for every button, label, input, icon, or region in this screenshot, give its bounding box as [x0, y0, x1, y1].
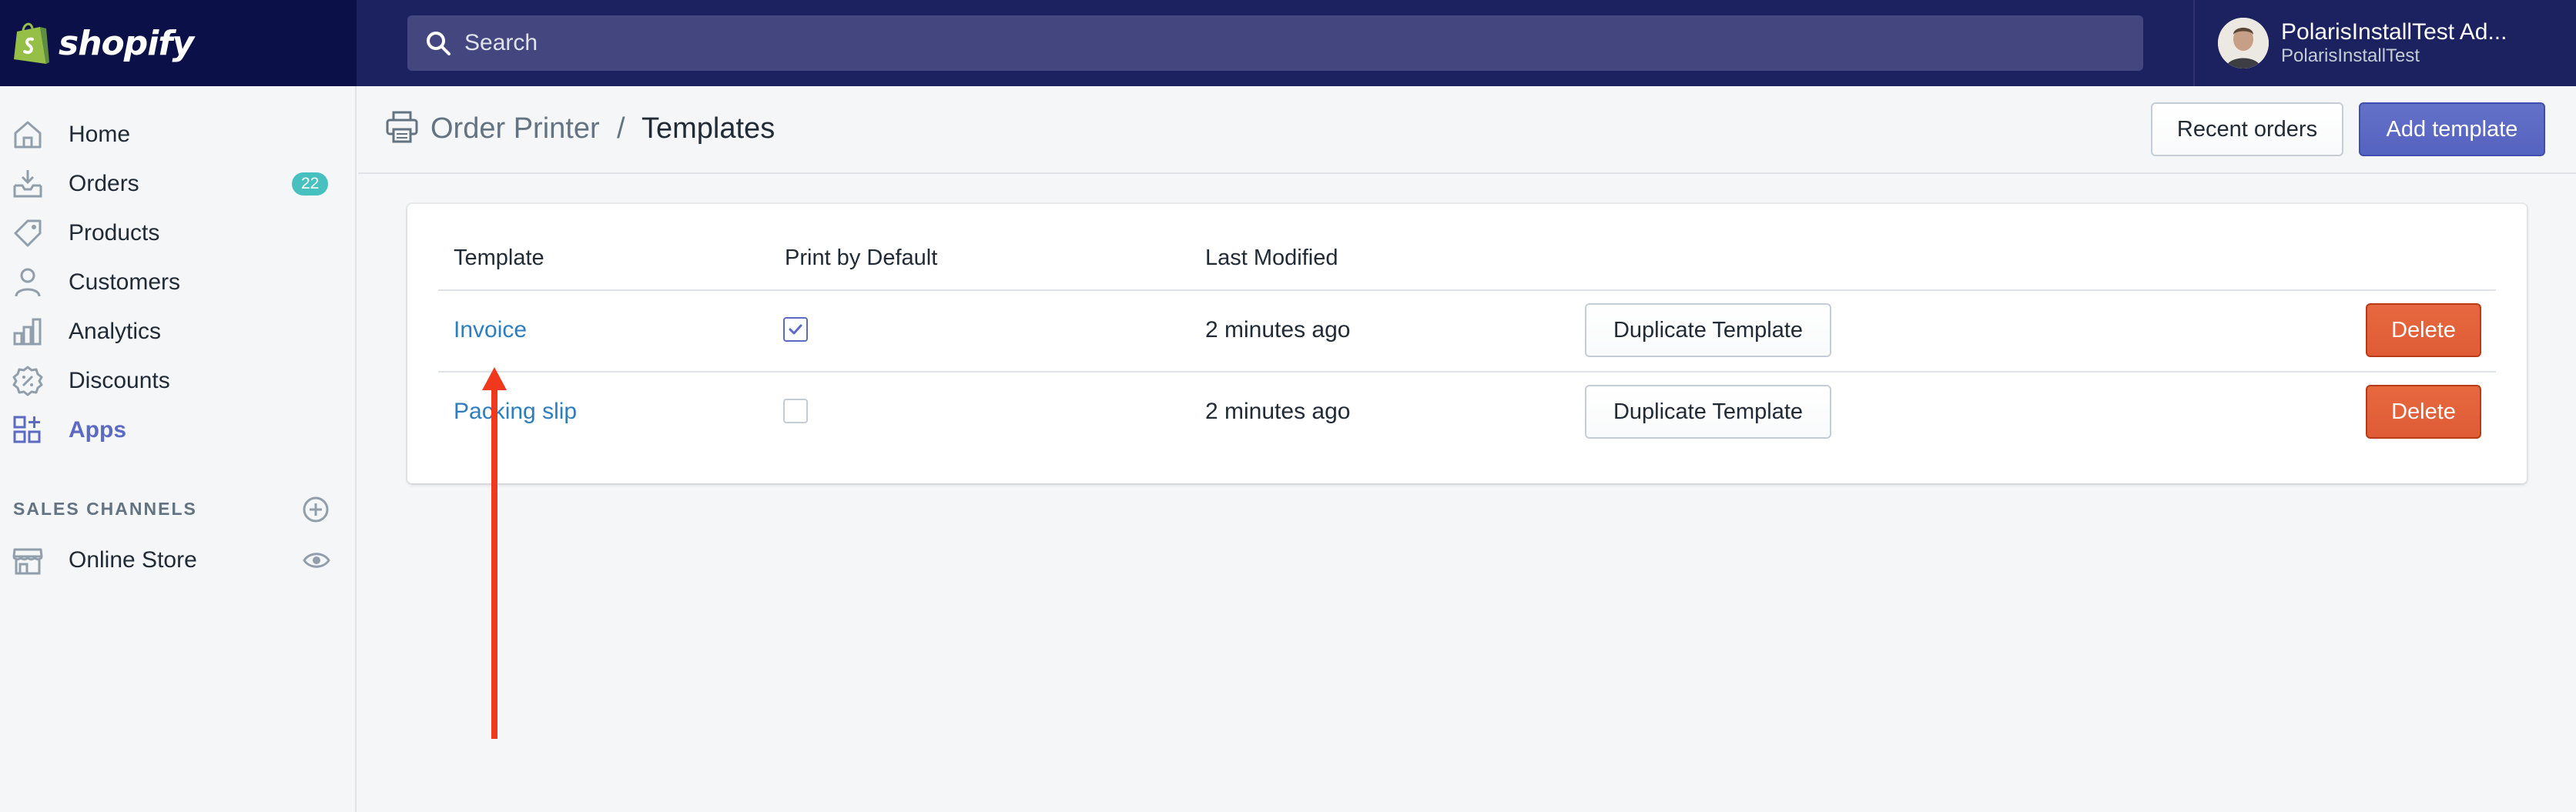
store-icon — [12, 548, 43, 575]
breadcrumb-app-link[interactable]: Order Printer — [430, 112, 600, 145]
sidebar-item-orders[interactable]: Orders 22 — [0, 161, 357, 207]
column-header-template: Template — [454, 246, 544, 270]
last-modified-value: 2 minutes ago — [1205, 317, 1351, 343]
template-link-invoice[interactable]: Invoice — [454, 317, 527, 343]
duplicate-template-button[interactable]: Duplicate Template — [1585, 303, 1831, 357]
person-icon — [15, 268, 41, 297]
template-link-packing-slip[interactable]: Packing slip — [454, 399, 577, 425]
page-header: Order Printer / Templates Recent orders … — [358, 86, 2576, 174]
discount-icon — [12, 366, 43, 396]
column-header-last-modified: Last Modified — [1205, 246, 1338, 270]
duplicate-template-button[interactable]: Duplicate Template — [1585, 385, 1831, 439]
column-header-print-by-default: Print by Default — [785, 246, 938, 270]
print-by-default-checkbox[interactable] — [783, 317, 808, 342]
home-icon — [14, 121, 42, 149]
print-by-default-checkbox[interactable] — [783, 399, 808, 423]
sidebar-item-label: Customers — [69, 269, 181, 295]
brand-wordmark: shopify — [59, 23, 194, 63]
tag-icon — [14, 219, 42, 247]
search-input[interactable] — [464, 30, 2082, 56]
orders-count-badge: 22 — [292, 172, 329, 195]
sidebar-item-label: Orders — [69, 171, 139, 196]
sidebar-item-label: Products — [69, 220, 160, 246]
row-divider — [438, 371, 2496, 373]
top-bar: shopify PolarisInstallTest Ad... Polaris… — [0, 0, 2576, 86]
eye-icon[interactable] — [302, 546, 331, 575]
sidebar-item-online-store[interactable]: Online Store — [0, 537, 357, 583]
search-icon — [427, 32, 451, 55]
sidebar-item-home[interactable]: Home — [0, 112, 357, 158]
sidebar: Home Orders 22 Products Customers Analyt… — [0, 86, 357, 812]
recent-orders-button[interactable]: Recent orders — [2151, 102, 2343, 156]
sidebar-item-discounts[interactable]: Discounts — [0, 358, 357, 404]
apps-icon — [13, 416, 41, 443]
templates-card: Template Print by Default Last Modified … — [407, 204, 2527, 483]
delete-button[interactable]: Delete — [2366, 303, 2481, 357]
sidebar-item-customers[interactable]: Customers — [0, 259, 357, 306]
sidebar-item-label: Discounts — [69, 368, 170, 393]
last-modified-value: 2 minutes ago — [1205, 399, 1351, 424]
bar-chart-icon — [13, 318, 42, 346]
sales-channels-heading: SALES CHANNELS — [13, 499, 197, 519]
account-name: PolarisInstallTest Ad... — [2281, 18, 2507, 45]
annotation-arrow — [482, 367, 507, 739]
user-photo-icon — [2218, 18, 2269, 69]
sidebar-item-analytics[interactable]: Analytics — [0, 309, 357, 355]
sidebar-item-products[interactable]: Products — [0, 210, 357, 256]
avatar — [2218, 18, 2269, 69]
sidebar-item-label: Home — [69, 122, 131, 147]
sidebar-item-apps[interactable]: Apps — [0, 407, 357, 453]
page-title: Templates — [641, 112, 775, 145]
delete-button[interactable]: Delete — [2366, 385, 2481, 439]
breadcrumb-separator: / — [617, 112, 625, 145]
search-bar[interactable] — [407, 15, 2143, 71]
checkmark-icon — [789, 324, 802, 335]
row-divider — [438, 289, 2496, 291]
add-template-button[interactable]: Add template — [2359, 102, 2545, 156]
shopify-bag-icon — [14, 22, 49, 64]
sidebar-item-label: Online Store — [69, 547, 197, 573]
orders-icon — [13, 170, 42, 198]
shopify-logo[interactable]: shopify — [0, 0, 357, 86]
add-channel-icon[interactable] — [302, 496, 330, 523]
sidebar-item-label: Apps — [69, 417, 126, 443]
sidebar-item-label: Analytics — [69, 319, 162, 344]
printer-icon — [386, 111, 418, 143]
account-menu[interactable]: PolarisInstallTest Ad... PolarisInstallT… — [2193, 0, 2576, 86]
account-store: PolarisInstallTest — [2281, 45, 2420, 67]
